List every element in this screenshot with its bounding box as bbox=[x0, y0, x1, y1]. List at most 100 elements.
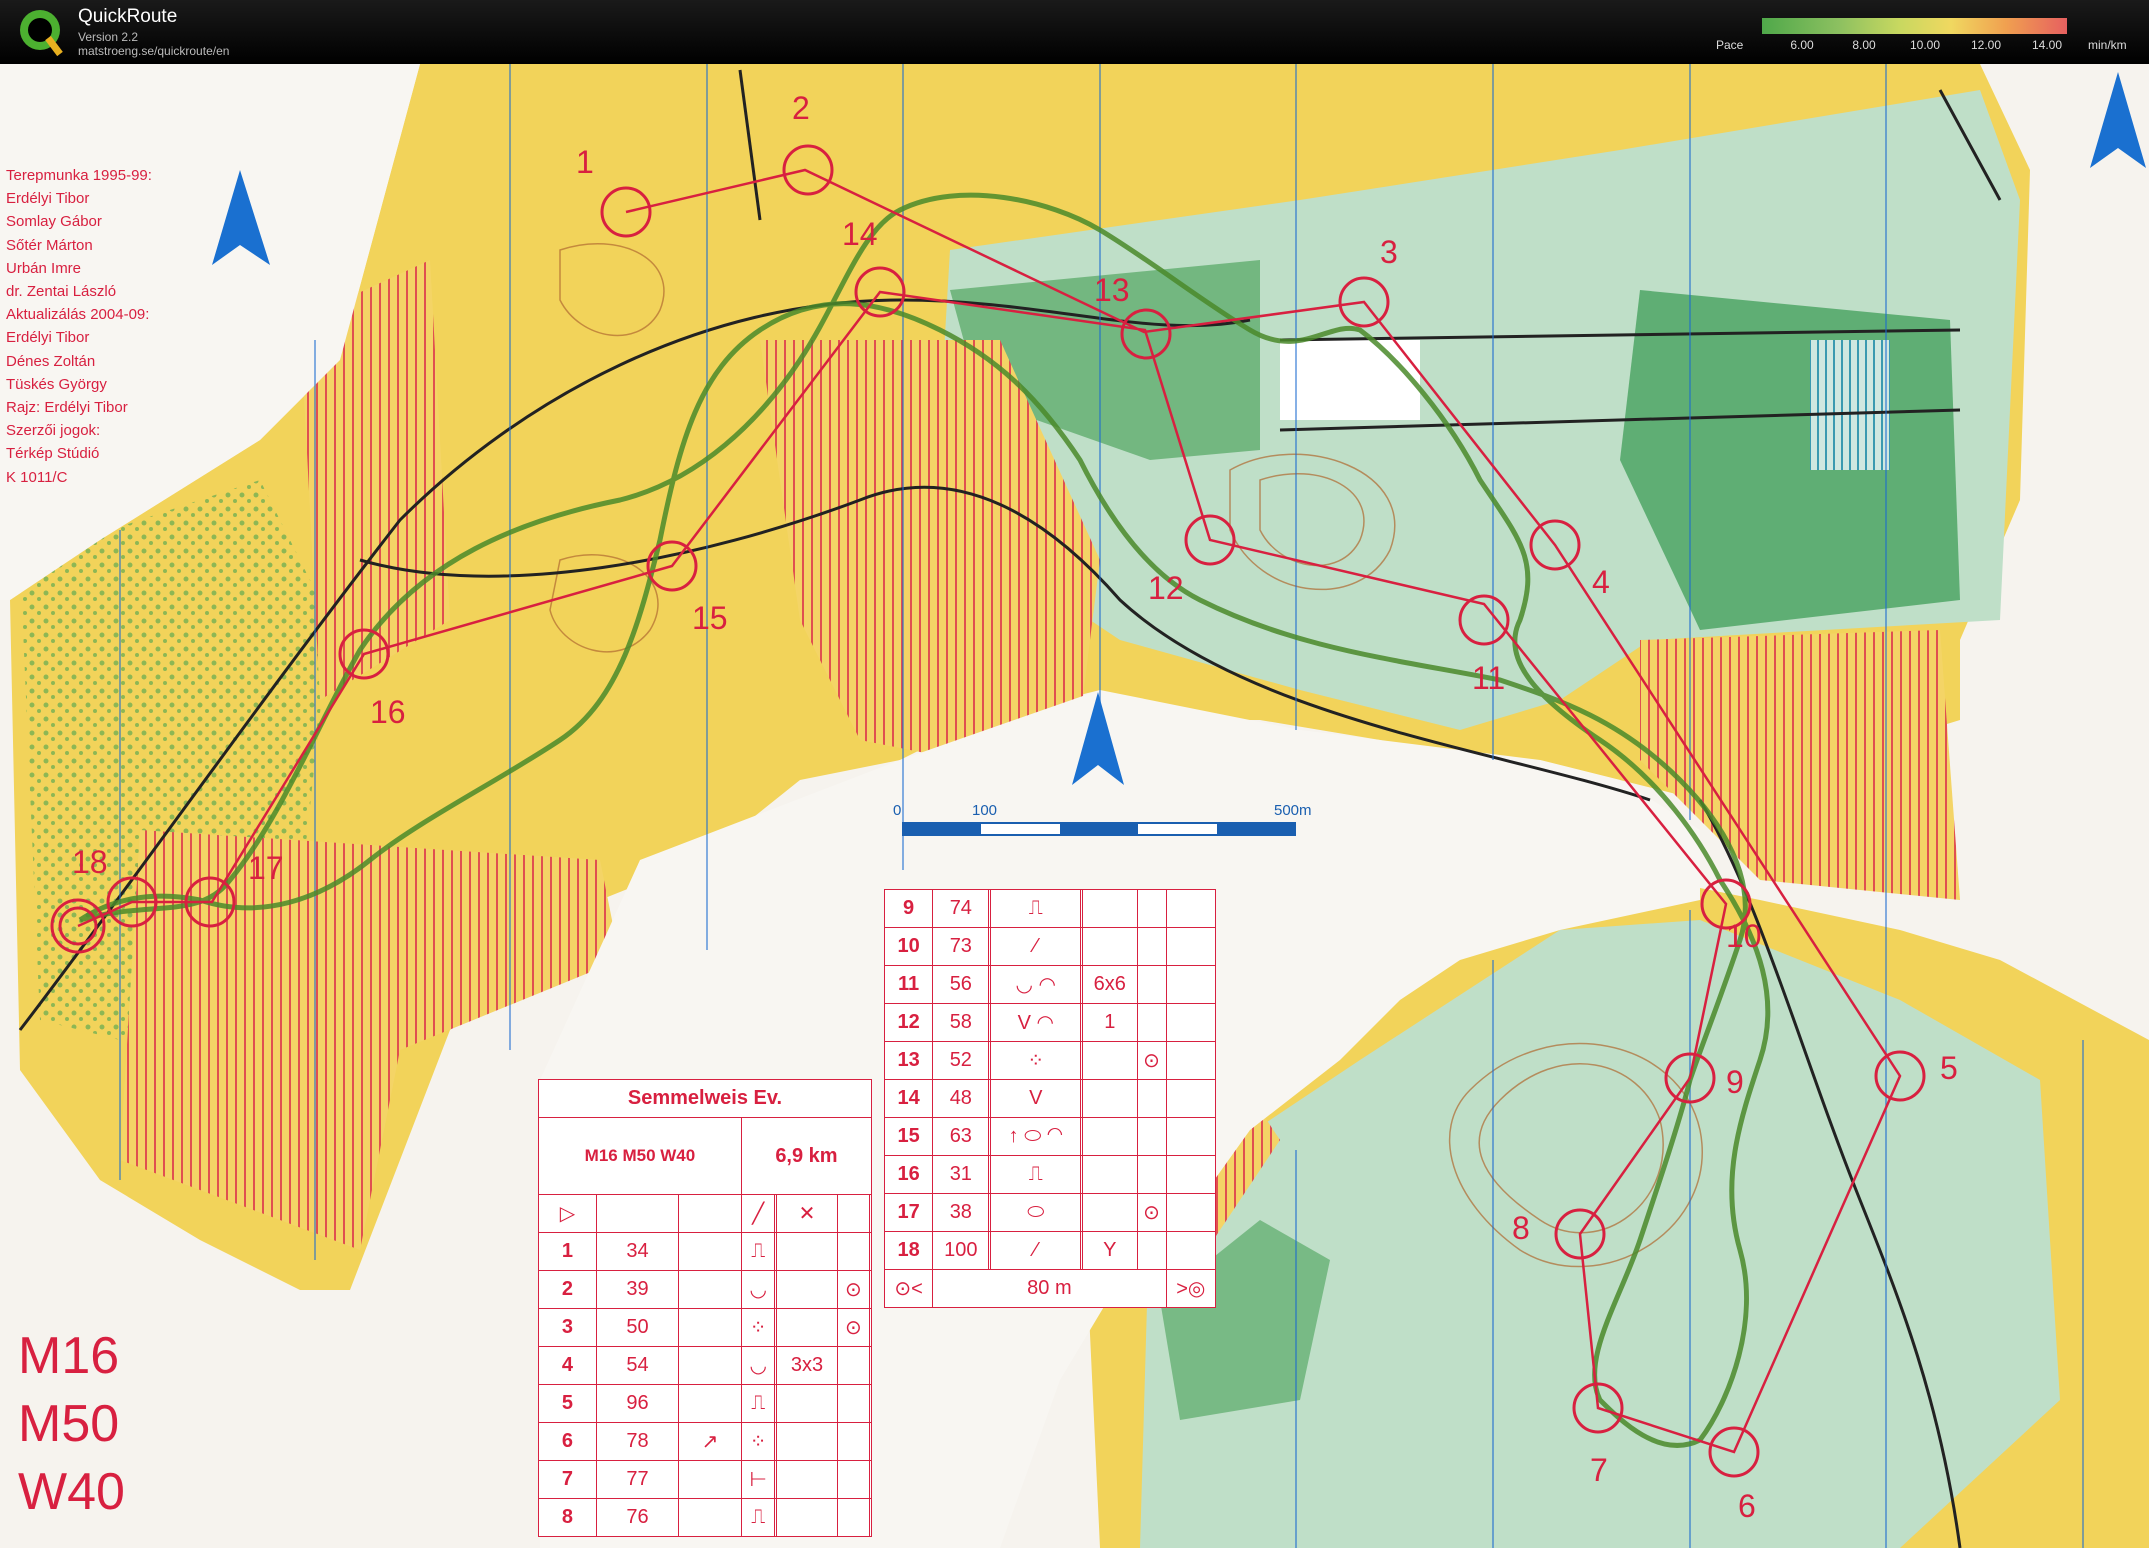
pace-tick: 14.00 bbox=[2031, 38, 2063, 52]
control-seq: 13 bbox=[883, 1041, 934, 1080]
description-symbol: ↑ ⬭ ◠ bbox=[990, 1117, 1082, 1156]
control-seq: 18 bbox=[883, 1231, 934, 1270]
control-number: 9 bbox=[1726, 1064, 1744, 1100]
description-symbol: ╱ bbox=[740, 1194, 776, 1233]
description-dims bbox=[776, 1232, 838, 1271]
quickroute-logo-icon bbox=[20, 10, 63, 57]
map-credits: Terepmunka 1995-99: Erdélyi Tibor Somlay… bbox=[6, 164, 152, 489]
event-name: Semmelweis Ev. bbox=[538, 1079, 872, 1118]
finish-distance: 80 m bbox=[932, 1269, 1167, 1308]
credit-line: Szerzői jogok: bbox=[6, 422, 101, 440]
control-number: 17 bbox=[248, 850, 284, 886]
description-dims bbox=[1082, 889, 1138, 928]
control-seq: 16 bbox=[883, 1155, 934, 1194]
description-dims: 3x3 bbox=[776, 1346, 838, 1385]
control-number: 1 bbox=[576, 144, 594, 180]
credit-line: Terepmunka 1995-99: bbox=[6, 167, 152, 184]
control-code: 52 bbox=[932, 1041, 990, 1080]
description-location bbox=[1136, 1117, 1167, 1156]
control-seq: 7 bbox=[538, 1460, 597, 1499]
description-row: 9 74 ⎍ bbox=[883, 889, 1217, 928]
description-symbol: V bbox=[990, 1079, 1082, 1118]
description-symbol: ⎍ bbox=[990, 889, 1082, 928]
description-dims bbox=[1082, 927, 1138, 966]
control-seq: 15 bbox=[883, 1117, 934, 1156]
control-number: 12 bbox=[1148, 570, 1184, 606]
control-number: 4 bbox=[1592, 564, 1610, 600]
map-artwork bbox=[0, 64, 2149, 1548]
class-label: M50 bbox=[18, 1395, 120, 1453]
course-classes: M16 M50 W40 bbox=[538, 1117, 742, 1195]
control-code: 54 bbox=[595, 1346, 680, 1385]
control-code: 78 bbox=[595, 1422, 680, 1461]
description-location bbox=[836, 1346, 871, 1385]
credit-line: Térkép Stúdió bbox=[6, 445, 100, 463]
control-code: 73 bbox=[932, 927, 990, 966]
description-symbol: ◡ bbox=[740, 1346, 776, 1385]
description-row: 14 48 V bbox=[883, 1079, 1217, 1118]
description-dims: 6x6 bbox=[1082, 965, 1138, 1004]
description-location bbox=[1136, 965, 1167, 1004]
pace-tick: 12.00 bbox=[1970, 38, 2002, 52]
class-label: M16 bbox=[18, 1327, 120, 1385]
description-symbol: ⊢ bbox=[740, 1460, 776, 1499]
scale-label: 100 bbox=[972, 802, 998, 819]
control-code: 34 bbox=[595, 1232, 680, 1271]
app-name: QuickRoute bbox=[78, 6, 178, 27]
orienteering-map[interactable]: Terepmunka 1995-99: Erdélyi Tibor Somlay… bbox=[0, 64, 2149, 1548]
description-row: 11 56 ◡ ◠ 6x6 bbox=[883, 965, 1217, 1004]
description-dims bbox=[776, 1460, 838, 1499]
description-symbol: ⁄ bbox=[990, 927, 1082, 966]
description-symbol: ⎍ bbox=[740, 1384, 776, 1423]
description-symbol: ✕ bbox=[776, 1194, 838, 1233]
control-seq: 5 bbox=[538, 1384, 597, 1423]
description-location bbox=[1136, 1155, 1167, 1194]
description-location bbox=[1136, 927, 1167, 966]
finish-start-icon: ⊙< bbox=[883, 1269, 934, 1308]
control-number: 7 bbox=[1590, 1452, 1608, 1488]
control-number: 3 bbox=[1380, 234, 1398, 270]
course-length: 6,9 km bbox=[740, 1117, 873, 1195]
description-row: 8 76 ⎍ bbox=[538, 1498, 872, 1537]
description-location: ⊙ bbox=[836, 1308, 871, 1347]
description-row: 16 31 ⎍ bbox=[883, 1155, 1217, 1194]
description-location bbox=[1136, 1003, 1167, 1042]
credit-line: Erdélyi Tibor bbox=[6, 190, 90, 208]
control-number: 5 bbox=[1940, 1050, 1958, 1086]
credit-line: Urbán Imre bbox=[6, 259, 82, 277]
description-dims bbox=[776, 1308, 838, 1347]
description-symbol: ⎍ bbox=[740, 1498, 776, 1537]
control-number: 6 bbox=[1738, 1488, 1756, 1524]
pace-unit: min/km bbox=[2088, 38, 2127, 52]
control-seq: 11 bbox=[883, 965, 934, 1004]
description-dims bbox=[776, 1270, 838, 1309]
description-symbol: ⁘ bbox=[740, 1422, 776, 1461]
description-symbol: ⎍ bbox=[740, 1232, 776, 1271]
description-row: 5 96 ⎍ bbox=[538, 1384, 872, 1423]
control-description-sheet-1: Semmelweis Ev. M16 M50 W40 6,9 km ▷ ╱ ✕ 13… bbox=[538, 1079, 873, 1537]
description-symbol: ⬭ bbox=[990, 1193, 1082, 1232]
description-dims bbox=[776, 1384, 838, 1423]
pace-label: Pace bbox=[1716, 38, 1744, 52]
credit-line: Erdélyi Tibor bbox=[6, 329, 90, 347]
start-icon: ▷ bbox=[538, 1194, 597, 1233]
description-row: 13 52 ⁘ ⊙ bbox=[883, 1041, 1217, 1080]
control-number: 10 bbox=[1726, 918, 1762, 954]
description-location bbox=[1136, 1079, 1167, 1118]
description-location bbox=[836, 1232, 871, 1271]
app-version: Version 2.2 bbox=[78, 30, 139, 44]
description-row: 6 78 ↗ ⁘ bbox=[538, 1422, 872, 1461]
description-symbol: ⁘ bbox=[990, 1041, 1082, 1080]
description-location: ⊙ bbox=[1136, 1041, 1167, 1080]
description-dims bbox=[1082, 1193, 1138, 1232]
app-url[interactable]: matstroeng.se/quickroute/en bbox=[78, 44, 229, 58]
description-row: 12 58 V ◠ 1 bbox=[883, 1003, 1217, 1042]
description-location bbox=[1136, 889, 1167, 928]
credit-line: Aktualizálás 2004-09: bbox=[6, 306, 150, 324]
description-location: ⊙ bbox=[1136, 1193, 1167, 1232]
control-number: 13 bbox=[1094, 272, 1130, 308]
control-seq: 10 bbox=[883, 927, 934, 966]
description-dims bbox=[776, 1422, 838, 1461]
pace-tick: 10.00 bbox=[1909, 38, 1941, 52]
description-row: 1 34 ⎍ bbox=[538, 1232, 872, 1271]
